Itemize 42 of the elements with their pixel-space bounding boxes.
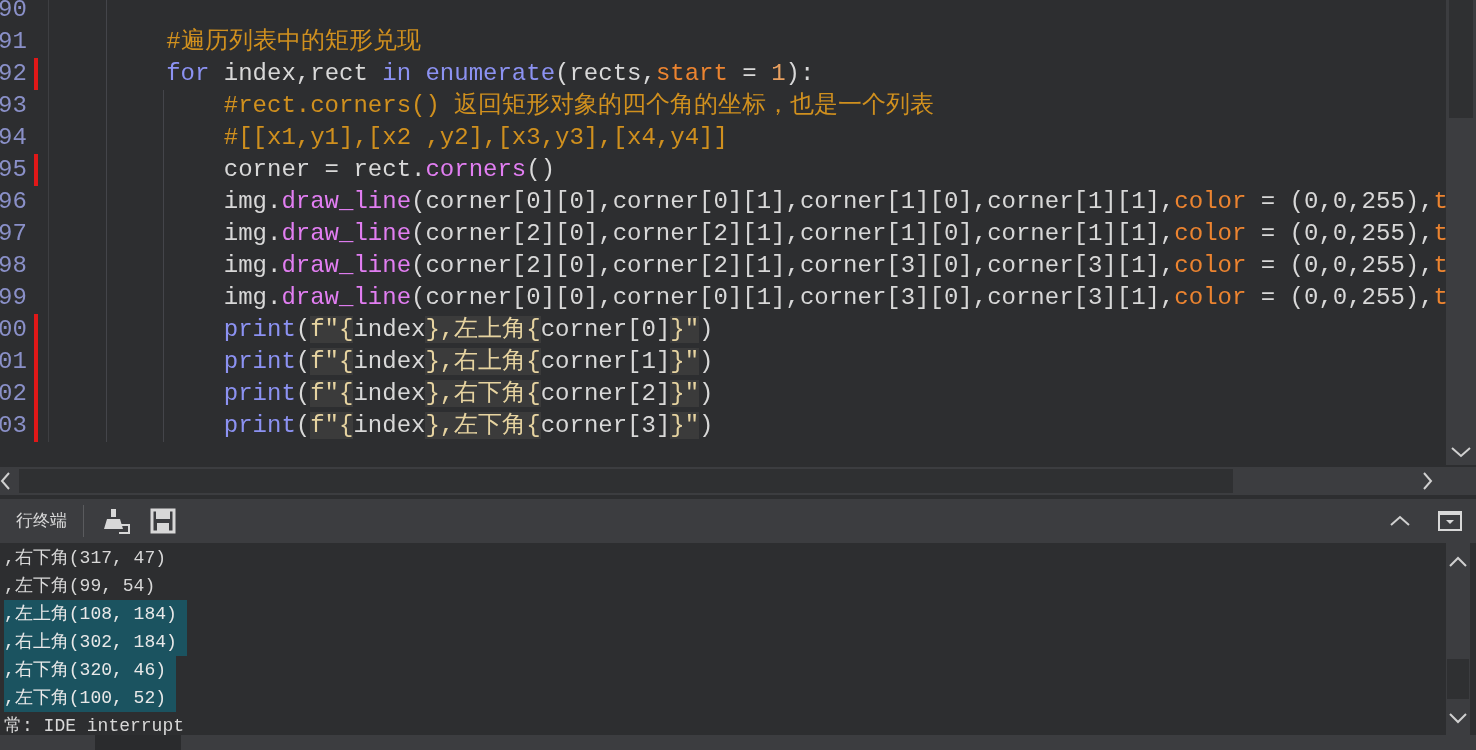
terminal-output-line: ,左下角(99, 54) xyxy=(4,575,157,598)
line-number: 03 xyxy=(0,411,27,441)
line-number: 97 xyxy=(0,219,27,249)
code-line: print(f"{index},左下角{corner[3]}") xyxy=(223,411,714,441)
code-line: for index,rect in enumerate(rects,start = 1): xyxy=(166,59,815,89)
code-line: #遍历列表中的矩形兑现 xyxy=(166,27,421,57)
dropdown-panel-icon[interactable] xyxy=(1438,511,1462,531)
line-number: 96 xyxy=(0,187,27,217)
horizontal-scrollbar[interactable] xyxy=(0,467,1476,495)
code-line: img.draw_line(corner[2][0],corner[2][1],corner[3][0],corner[3][1],color = (0,0,255),t xyxy=(223,251,1446,281)
line-number: 93 xyxy=(0,91,27,121)
line-number: 00 xyxy=(0,315,27,345)
line-number: 90 xyxy=(0,0,27,25)
chevron-down-icon[interactable] xyxy=(1450,445,1472,459)
line-number: 02 xyxy=(0,379,27,409)
code-line: corner = rect.corners() xyxy=(223,155,556,185)
save-icon[interactable] xyxy=(150,508,176,534)
terminal-output-line: ,右下角(317, 47) xyxy=(4,547,168,570)
vertical-scrollbar[interactable] xyxy=(1446,0,1476,465)
line-number: 91 xyxy=(0,27,27,57)
line-number: 01 xyxy=(0,347,27,377)
chevron-up-icon[interactable] xyxy=(1389,514,1411,528)
broom-icon[interactable] xyxy=(102,507,130,535)
code-line: #rect.corners() 返回矩形对象的四个角的坐标，也是一个列表 xyxy=(223,91,935,121)
code-line: img.draw_line(corner[0][0],corner[0][1],corner[3][0],corner[3][1],color = (0,0,255),t xyxy=(223,283,1446,313)
line-number: 92 xyxy=(0,59,27,89)
line-number: 95 xyxy=(0,155,27,185)
line-number: 94 xyxy=(0,123,27,153)
code-line: print(f"{index},右下角{corner[2]}") xyxy=(223,379,714,409)
code-line: img.draw_line(corner[0][0],corner[0][1],corner[1][0],corner[1][1],color = (0,0,255),t xyxy=(223,187,1446,217)
terminal-output-line: 常: IDE interrupt xyxy=(4,715,186,735)
code-line: print(f"{index},右上角{corner[1]}") xyxy=(223,347,714,377)
terminal-title: 行终端 xyxy=(16,509,67,533)
code-line: print(f"{index},左上角{corner[0]}") xyxy=(223,315,714,345)
chevron-up-icon[interactable] xyxy=(1448,555,1468,569)
code-line: img.draw_line(corner[2][0],corner[2][1],corner[1][0],corner[1][1],color = (0,0,255),t xyxy=(223,219,1446,249)
code-line: #[[x1,y1],[x2 ,y2],[x3,y3],[x4,y4]] xyxy=(223,123,728,153)
line-number: 99 xyxy=(0,283,27,313)
chevron-right-icon[interactable] xyxy=(1421,471,1433,491)
chevron-down-icon[interactable] xyxy=(1448,711,1468,725)
chevron-left-icon[interactable] xyxy=(0,471,12,491)
line-number: 98 xyxy=(0,251,27,281)
